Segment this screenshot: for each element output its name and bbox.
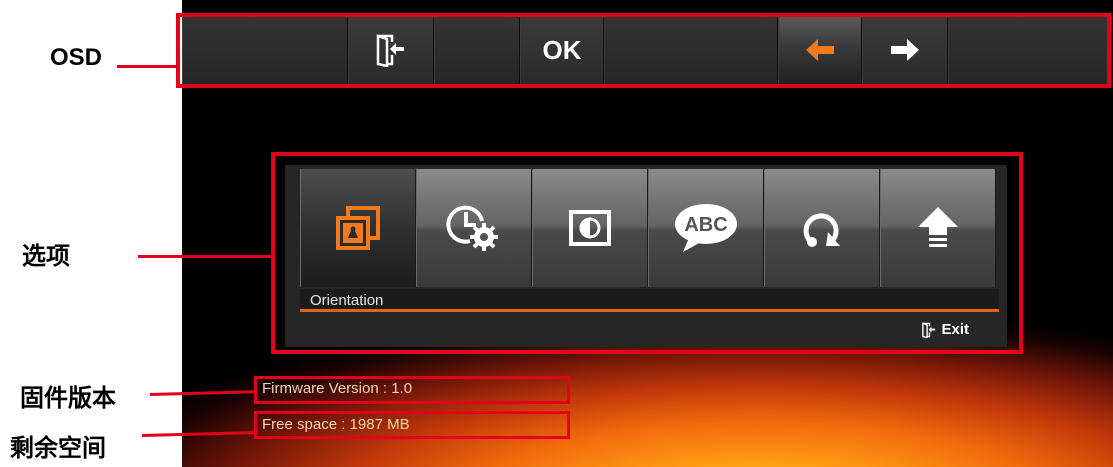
language-bubble-text: ABC xyxy=(684,214,727,236)
reset-icon xyxy=(803,213,840,247)
annotation-osd: OSD xyxy=(50,44,103,71)
annotation-free-space: 剩余空间 xyxy=(10,434,106,462)
osd-ok-button[interactable]: OK xyxy=(520,16,604,84)
osd-exit-button[interactable] xyxy=(348,16,434,84)
option-tiles: ABC xyxy=(300,169,996,287)
option-orientation[interactable] xyxy=(300,169,416,287)
annotation-osd-line xyxy=(117,65,177,68)
option-reset[interactable] xyxy=(764,169,880,287)
annotation-options: 选项 xyxy=(22,242,70,270)
osd-empty-slot xyxy=(182,16,348,84)
osd-empty-slot xyxy=(434,16,520,84)
contrast-icon xyxy=(569,210,611,246)
firmware-highlight-box xyxy=(254,376,570,404)
osd-left-button[interactable] xyxy=(778,16,862,84)
clock-settings-icon xyxy=(446,205,498,251)
option-clock-settings[interactable] xyxy=(416,169,532,287)
free-space-highlight-box xyxy=(254,411,570,439)
selected-option-label: Orientation xyxy=(300,289,999,312)
option-contrast[interactable] xyxy=(532,169,648,287)
annotation-firmware: 固件版本 xyxy=(20,384,116,412)
osd-right-button[interactable] xyxy=(862,16,948,84)
osd-empty-slot xyxy=(948,16,1113,84)
arrow-right-icon xyxy=(891,39,919,61)
upgrade-arrow-icon xyxy=(918,207,958,247)
language-bubble-icon: ABC xyxy=(675,204,737,252)
option-language[interactable]: ABC xyxy=(648,169,764,287)
options-panel: ABC Orientation Exit xyxy=(285,165,1007,347)
orientation-icon xyxy=(336,206,380,250)
osd-empty-slot xyxy=(604,16,778,84)
panel-exit-button[interactable]: Exit xyxy=(921,321,969,338)
osd-bar: OK xyxy=(182,16,1113,84)
exit-door-icon xyxy=(922,321,936,338)
option-upgrade[interactable] xyxy=(880,169,996,287)
exit-door-icon xyxy=(376,34,404,67)
arrow-left-icon xyxy=(806,39,834,61)
panel-exit-label: Exit xyxy=(941,321,969,338)
annotation-options-line xyxy=(138,255,272,258)
